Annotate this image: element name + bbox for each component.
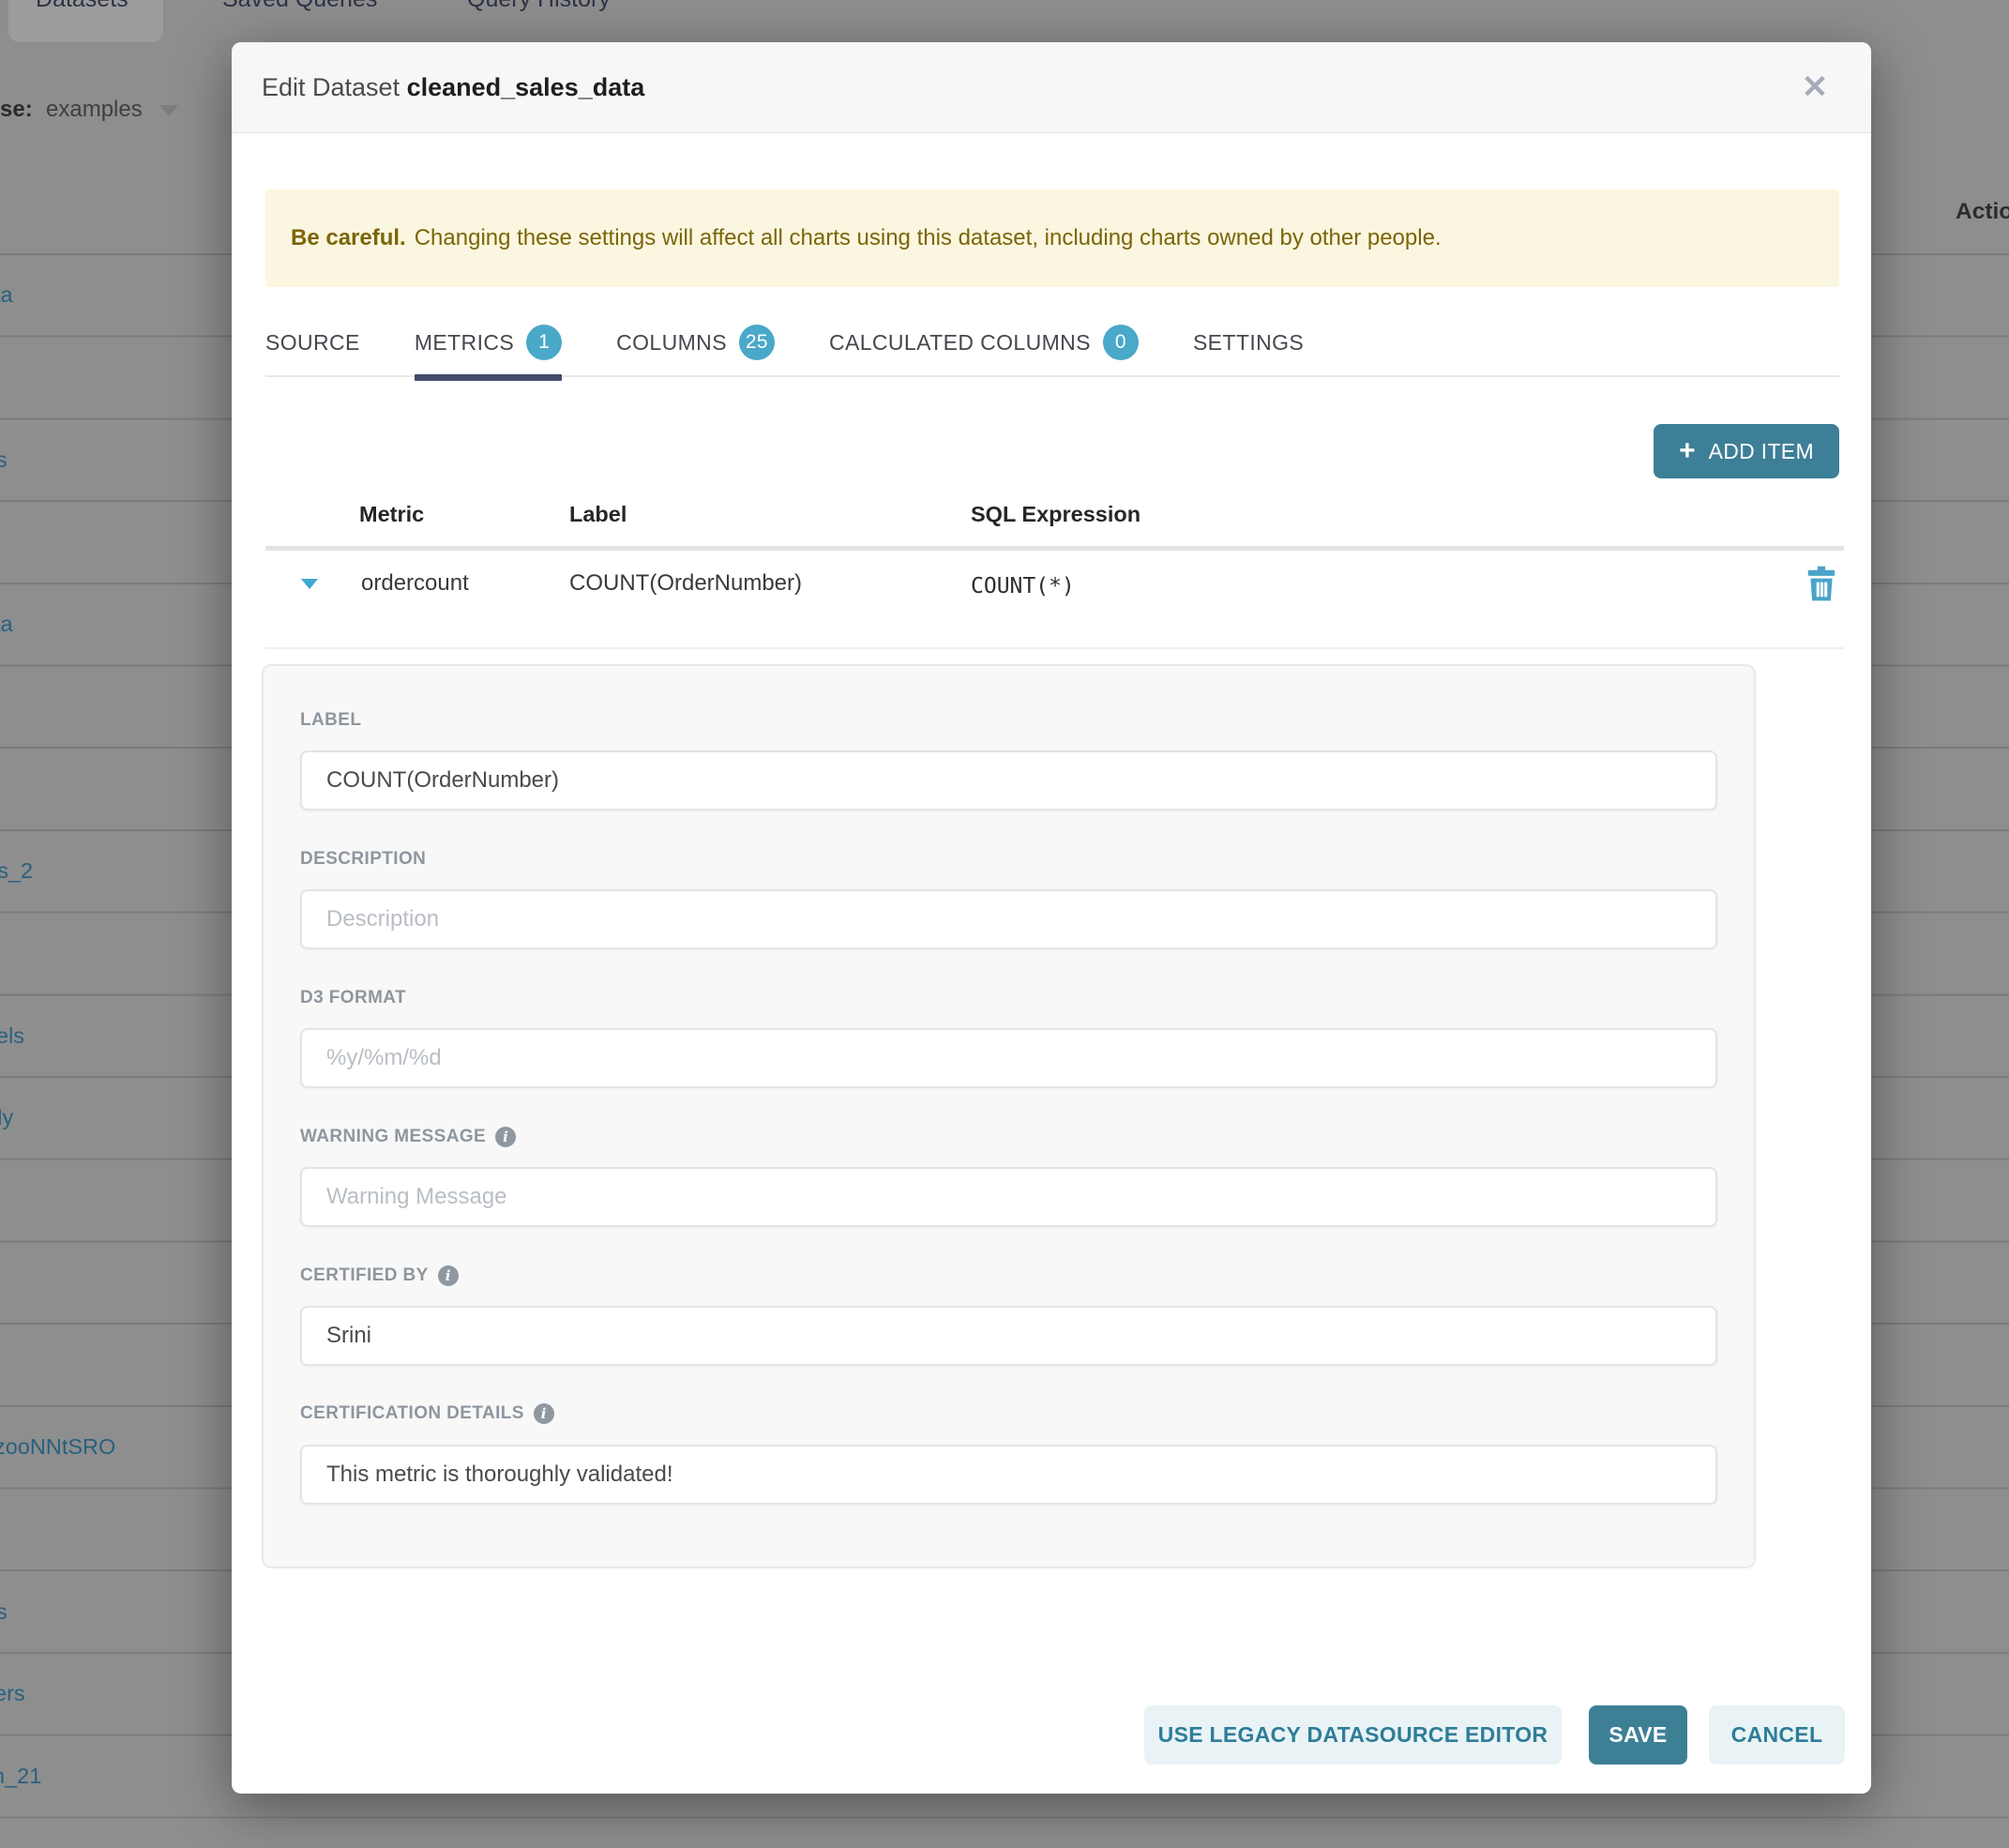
plus-icon: +: [1679, 437, 1696, 465]
field-label-text: WARNING MESSAGE: [300, 1127, 486, 1147]
tab-label: METRICS: [415, 330, 514, 356]
description-field-label: DESCRIPTION: [300, 849, 426, 870]
table-row-divider: [265, 647, 1844, 649]
certified-by-field-label: CERTIFIED BY i: [300, 1265, 459, 1286]
table-header-divider: [265, 546, 1844, 551]
warning-message-input[interactable]: [300, 1167, 1717, 1227]
column-header-metric: Metric: [359, 502, 424, 527]
modal-title: Edit Dataset cleaned_sales_data: [262, 42, 644, 132]
field-label-text: DESCRIPTION: [300, 849, 426, 870]
field-label-text: LABEL: [300, 710, 361, 731]
metric-label-cell: COUNT(OrderNumber): [569, 570, 802, 597]
add-item-button[interactable]: + ADD ITEM: [1654, 424, 1839, 478]
tab-calculated-columns[interactable]: CALCULATED COLUMNS 0: [829, 309, 1139, 376]
column-header-sql-expression: SQL Expression: [971, 502, 1140, 527]
tab-source[interactable]: SOURCE: [265, 309, 360, 376]
save-button[interactable]: SAVE: [1589, 1705, 1687, 1765]
add-item-label: ADD ITEM: [1709, 439, 1814, 464]
metric-name-cell: ordercount: [361, 570, 469, 597]
tab-columns[interactable]: COLUMNS 25: [616, 309, 775, 376]
page: Datasets Saved Queries Query History se:…: [0, 0, 2009, 1848]
label-field-label: LABEL: [300, 710, 361, 731]
expand-caret-icon[interactable]: [301, 579, 318, 589]
warning-banner-bold: Be careful.: [291, 225, 406, 251]
metric-detail-panel: LABEL DESCRIPTION D3 FORMAT WARNING MESS…: [262, 664, 1756, 1568]
field-label-text: D3 FORMAT: [300, 988, 406, 1008]
use-legacy-datasource-editor-button[interactable]: USE LEGACY DATASOURCE EDITOR: [1144, 1705, 1562, 1765]
warning-banner: Be careful. Changing these settings will…: [265, 189, 1839, 287]
d3-format-field-label: D3 FORMAT: [300, 988, 406, 1008]
cancel-button[interactable]: CANCEL: [1709, 1705, 1845, 1765]
tab-label: CALCULATED COLUMNS: [829, 330, 1091, 356]
tab-settings[interactable]: SETTINGS: [1193, 309, 1304, 376]
warning-banner-text: Changing these settings will affect all …: [415, 225, 1442, 251]
metric-sql-cell: COUNT(*): [971, 573, 1075, 599]
tab-label: SETTINGS: [1193, 330, 1304, 356]
modal-title-prefix: Edit Dataset: [262, 73, 407, 102]
metrics-count-badge: 1: [526, 325, 562, 360]
tab-label: COLUMNS: [616, 330, 727, 356]
column-header-label: Label: [569, 502, 627, 527]
info-icon[interactable]: i: [438, 1265, 459, 1286]
field-label-text: CERTIFIED BY: [300, 1265, 429, 1286]
d3-format-input[interactable]: [300, 1028, 1717, 1088]
field-label-text: CERTIFICATION DETAILS: [300, 1403, 524, 1424]
modal-title-dataset-name: cleaned_sales_data: [407, 73, 645, 102]
trash-icon[interactable]: [1805, 566, 1837, 601]
edit-dataset-modal: Edit Dataset cleaned_sales_data ✕ Be car…: [232, 42, 1871, 1794]
info-icon[interactable]: i: [495, 1127, 516, 1147]
tab-metrics[interactable]: METRICS 1: [415, 309, 562, 376]
description-input[interactable]: [300, 889, 1717, 949]
modal-header: Edit Dataset cleaned_sales_data ✕: [232, 42, 1871, 133]
certified-by-input[interactable]: [300, 1306, 1717, 1366]
certification-details-field-label: CERTIFICATION DETAILS i: [300, 1403, 554, 1424]
close-icon[interactable]: ✕: [1787, 42, 1843, 132]
columns-count-badge: 25: [739, 325, 775, 360]
tab-bar: SOURCE METRICS 1 COLUMNS 25 CALCULATED COL…: [265, 310, 1839, 377]
warning-message-field-label: WARNING MESSAGE i: [300, 1127, 516, 1147]
calculated-columns-count-badge: 0: [1103, 325, 1139, 360]
tab-label: SOURCE: [265, 330, 360, 356]
certification-details-input[interactable]: [300, 1445, 1717, 1505]
label-input[interactable]: [300, 750, 1717, 810]
info-icon[interactable]: i: [534, 1403, 554, 1424]
